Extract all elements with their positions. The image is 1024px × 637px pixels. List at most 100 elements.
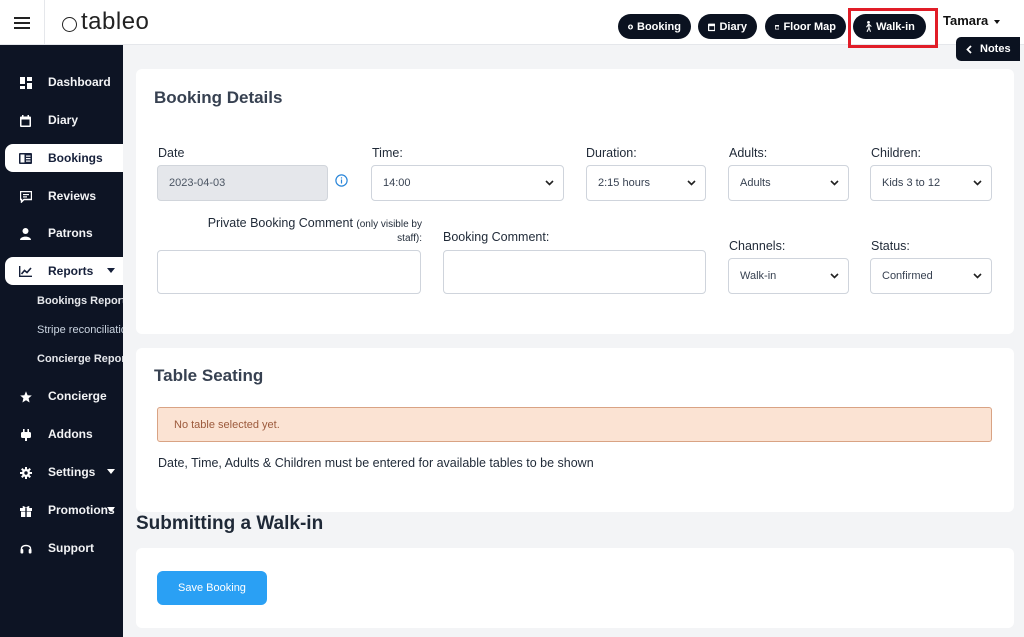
status-value: Confirmed — [882, 270, 933, 282]
save-booking-button[interactable]: Save Booking — [157, 571, 267, 605]
hamburger-icon — [14, 16, 30, 29]
chart-icon — [19, 265, 32, 278]
no-table-alert-text: No table selected yet. — [174, 418, 280, 431]
sidebar-item-label: Support — [48, 541, 94, 555]
calendar-icon — [775, 24, 780, 29]
time-select[interactable]: 14:00 — [371, 165, 564, 201]
app-logo[interactable]: tableo — [62, 8, 149, 36]
plug-icon — [19, 428, 32, 441]
info-icon[interactable] — [335, 174, 348, 187]
sidebar-item-diary[interactable]: Diary — [0, 106, 123, 134]
children-select[interactable]: Kids 3 to 12 — [870, 165, 992, 201]
children-value: Kids 3 to 12 — [882, 177, 941, 189]
notes-toggle-button[interactable]: Notes — [956, 37, 1020, 61]
calendar-icon — [19, 114, 32, 127]
menu-toggle-button[interactable] — [0, 0, 45, 45]
time-label: Time: — [372, 146, 403, 160]
table-seating-title: Table Seating — [154, 366, 264, 385]
table-seating-card: Table Seating No table selected yet. Dat… — [136, 348, 1014, 512]
no-table-alert: No table selected yet. — [157, 407, 992, 442]
gear-icon — [19, 466, 32, 479]
diary-button-label: Diary — [719, 20, 747, 33]
headset-icon — [19, 542, 32, 555]
adults-label: Adults: — [729, 146, 768, 160]
private-comment-textarea[interactable] — [157, 250, 421, 294]
sidebar-subitem-concierge-report[interactable]: Concierge Report — [37, 353, 123, 373]
adults-value: Adults — [740, 177, 771, 189]
private-comment-label: Private Booking Comment (only visible by… — [186, 217, 422, 245]
chevron-down-icon — [973, 180, 982, 186]
sidebar-subitem-stripe-reconciliation[interactable]: Stripe reconciliation — [37, 324, 123, 344]
caret-down-icon — [107, 268, 115, 273]
top-bar: tableo Booking Diary Floor Map Walk-in T… — [0, 0, 1024, 48]
floor-map-button-label: Floor Map — [783, 20, 836, 33]
book-icon — [19, 152, 32, 165]
floor-map-button[interactable]: Floor Map — [765, 14, 846, 39]
walk-in-button-label: Walk-in — [876, 20, 915, 33]
sidebar-item-reviews[interactable]: Reviews — [0, 182, 123, 210]
booking-button[interactable]: Booking — [618, 14, 691, 39]
sidebar-item-label: Dashboard — [48, 75, 111, 89]
chevron-left-icon — [966, 44, 972, 54]
booking-details-title: Booking Details — [154, 88, 283, 107]
sidebar-item-settings[interactable]: Settings — [0, 458, 123, 486]
status-select[interactable]: Confirmed — [870, 258, 992, 294]
chevron-down-icon — [545, 180, 554, 186]
calendar-icon — [708, 23, 716, 31]
sidebar-item-label: Diary — [48, 113, 79, 127]
caret-down-icon — [994, 19, 1001, 24]
status-label: Status: — [871, 239, 910, 253]
time-value: 14:00 — [383, 177, 411, 189]
date-value: 2023-04-03 — [169, 177, 226, 189]
plus-circle-icon — [628, 24, 633, 29]
booking-button-label: Booking — [637, 20, 681, 33]
sidebar-item-bookings[interactable]: Bookings — [5, 144, 123, 172]
adults-select[interactable]: Adults — [728, 165, 849, 201]
chevron-down-icon — [973, 273, 982, 279]
sidebar-item-support[interactable]: Support — [0, 534, 123, 562]
sidebar-item-label: Settings — [48, 465, 96, 479]
duration-select[interactable]: 2:15 hours — [586, 165, 706, 201]
date-input: 2023-04-03 — [157, 165, 328, 201]
sidebar-item-addons[interactable]: Addons — [0, 420, 123, 448]
submit-card: Save Booking — [136, 548, 1014, 628]
sidebar-item-label: Reviews — [48, 189, 97, 203]
logo-ring-icon — [62, 16, 77, 32]
diary-button[interactable]: Diary — [698, 14, 757, 39]
submit-section-heading: Submitting a Walk-in — [136, 513, 324, 534]
chevron-down-icon — [687, 180, 696, 186]
dashboard-icon — [19, 76, 32, 89]
caret-down-icon — [107, 469, 115, 474]
sidebar-item-promotions[interactable]: Promotions — [0, 496, 123, 524]
chevron-down-icon — [830, 180, 839, 186]
duration-label: Duration: — [586, 146, 637, 160]
sidebar-item-label: Concierge — [48, 389, 107, 403]
sidebar-item-label: Promotions — [48, 503, 115, 517]
private-comment-label-text: Private Booking Comment — [207, 216, 353, 230]
sidebar-subitem-bookings-report[interactable]: Bookings Report — [37, 295, 123, 315]
duration-value: 2:15 hours — [598, 177, 650, 189]
sidebar-item-concierge[interactable]: Concierge — [0, 382, 123, 410]
sidebar-item-label: Patrons — [48, 226, 93, 240]
date-label: Date — [158, 146, 185, 160]
walk-in-button[interactable]: Walk-in — [853, 14, 926, 39]
channels-label: Channels: — [729, 239, 786, 253]
star-icon — [19, 390, 32, 403]
user-menu[interactable]: Tamara — [943, 13, 1001, 28]
channels-select[interactable]: Walk-in — [728, 258, 849, 294]
channels-value: Walk-in — [740, 270, 777, 282]
sidebar: Dashboard Diary Bookings Reviews Patrons… — [0, 45, 123, 637]
gift-icon — [19, 504, 32, 517]
booking-comment-textarea[interactable] — [443, 250, 706, 294]
logo-text: tableo — [81, 8, 150, 35]
user-name: Tamara — [943, 13, 989, 28]
sidebar-item-dashboard[interactable]: Dashboard — [0, 68, 123, 96]
comment-icon — [19, 190, 32, 203]
user-icon — [19, 227, 32, 240]
table-seating-hint: Date, Time, Adults & Children must be en… — [158, 456, 594, 470]
sidebar-item-patrons[interactable]: Patrons — [0, 219, 123, 247]
caret-down-icon — [107, 507, 115, 512]
children-label: Children: — [871, 146, 922, 160]
sidebar-item-reports[interactable]: Reports — [5, 257, 123, 285]
walking-person-icon — [866, 21, 872, 32]
